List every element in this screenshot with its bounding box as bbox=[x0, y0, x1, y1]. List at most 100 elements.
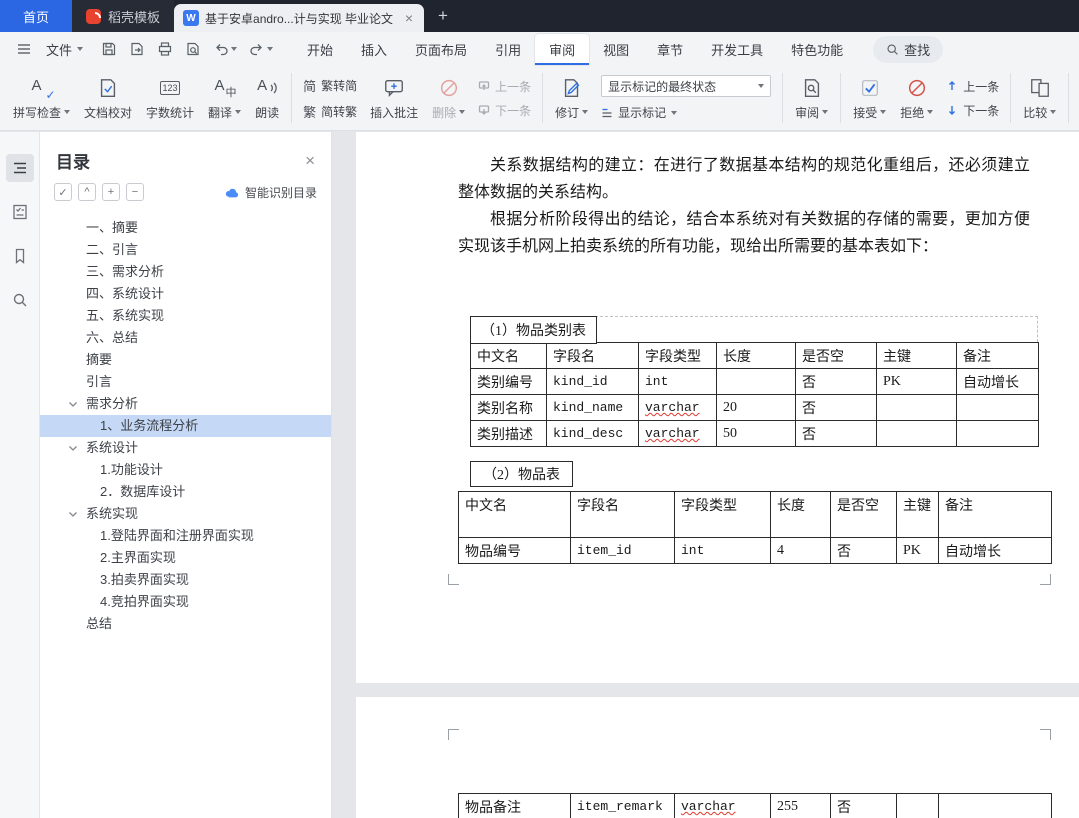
compare-button[interactable]: 比较 bbox=[1016, 70, 1063, 126]
cell[interactable] bbox=[876, 394, 957, 421]
previous-comment-button[interactable]: 上一条 bbox=[478, 78, 531, 95]
table2-caption[interactable]: （2）物品表 bbox=[470, 461, 573, 487]
cell[interactable]: int bbox=[674, 537, 771, 564]
tab-section[interactable]: 章节 bbox=[643, 34, 697, 65]
tab-special-features[interactable]: 特色功能 bbox=[777, 34, 857, 65]
save-icon[interactable] bbox=[101, 41, 117, 57]
toc-check-tool[interactable]: ✓ bbox=[54, 183, 72, 201]
cell[interactable]: 否 bbox=[830, 793, 897, 818]
toc-item-selected[interactable]: 1、业务流程分析 bbox=[40, 415, 331, 437]
header-cell[interactable]: 中文名 bbox=[470, 342, 547, 369]
toc-item[interactable]: 四、系统设计 bbox=[40, 283, 331, 305]
toc-item[interactable]: 摘要 bbox=[40, 349, 331, 371]
cell[interactable]: 物品备注 bbox=[458, 793, 571, 818]
tab-start[interactable]: 开始 bbox=[293, 34, 347, 65]
header-cell[interactable]: 长度 bbox=[716, 342, 796, 369]
cell[interactable]: int bbox=[638, 368, 717, 395]
cell[interactable]: 否 bbox=[830, 537, 897, 564]
close-icon[interactable]: × bbox=[305, 152, 315, 169]
header-cell[interactable]: 字段名 bbox=[546, 342, 639, 369]
smart-recognize-toc-button[interactable]: 智能识别目录 bbox=[224, 184, 317, 201]
chevron-down-icon[interactable] bbox=[68, 400, 78, 408]
file-menu-button[interactable]: 文件 bbox=[38, 36, 91, 63]
toc-item[interactable]: 3.拍卖界面实现 bbox=[40, 569, 331, 591]
cell[interactable] bbox=[956, 394, 1039, 421]
tab-insert[interactable]: 插入 bbox=[347, 34, 401, 65]
to-traditional-button[interactable]: 繁简转繁 bbox=[303, 102, 357, 121]
cell[interactable]: 20 bbox=[716, 394, 796, 421]
toc-item[interactable]: 六、总结 bbox=[40, 327, 331, 349]
cell[interactable]: 255 bbox=[770, 793, 831, 818]
read-aloud-button[interactable]: A 朗读 bbox=[248, 70, 286, 126]
header-cell[interactable]: 备注 bbox=[956, 342, 1039, 369]
cell[interactable]: PK bbox=[876, 368, 957, 395]
header-cell[interactable]: 长度 bbox=[770, 491, 831, 538]
markup-state-select[interactable]: 显示标记的最终状态 bbox=[601, 75, 772, 97]
cell[interactable]: kind_desc bbox=[546, 420, 639, 447]
tab-close-icon[interactable]: × bbox=[403, 10, 415, 26]
cell[interactable]: 类别名称 bbox=[470, 394, 547, 421]
toc-item[interactable]: 总结 bbox=[40, 613, 331, 635]
toc-expand-tool[interactable]: + bbox=[102, 183, 120, 201]
review-button[interactable]: 审阅 bbox=[788, 70, 835, 126]
header-cell[interactable]: 是否空 bbox=[795, 342, 877, 369]
print-preview-icon[interactable] bbox=[185, 41, 201, 57]
cell[interactable]: 自动增长 bbox=[956, 368, 1039, 395]
cell[interactable]: 50 bbox=[716, 420, 796, 447]
toc-item[interactable]: 4.竞拍界面实现 bbox=[40, 591, 331, 613]
toc-item[interactable]: 1.登陆界面和注册界面实现 bbox=[40, 525, 331, 547]
header-cell[interactable]: 字段类型 bbox=[638, 342, 717, 369]
cell-spellcheck[interactable]: varchar bbox=[674, 793, 771, 818]
cell[interactable] bbox=[938, 793, 1052, 818]
header-cell[interactable]: 备注 bbox=[938, 491, 1052, 538]
header-cell[interactable]: 中文名 bbox=[458, 491, 571, 538]
new-tab-button[interactable]: + bbox=[424, 0, 462, 32]
cell[interactable]: 自动增长 bbox=[938, 537, 1052, 564]
redo-button[interactable] bbox=[249, 41, 274, 57]
track-changes-button[interactable]: 修订 bbox=[548, 70, 595, 126]
cell[interactable] bbox=[956, 420, 1039, 447]
toc-item[interactable]: 三、需求分析 bbox=[40, 261, 331, 283]
table1-caption[interactable]: （1）物品类别表 bbox=[470, 316, 597, 344]
accept-button[interactable]: 接受 bbox=[846, 70, 893, 126]
cell[interactable]: 否 bbox=[795, 394, 877, 421]
print-icon[interactable] bbox=[157, 41, 173, 57]
paragraph[interactable]: 关系数据结构的建立：在进行了数据基本结构的规范化重组后，还必须建立整体数据的关系… bbox=[458, 152, 1030, 206]
cell[interactable]: 类别编号 bbox=[470, 368, 547, 395]
delete-comment-button[interactable]: 删除 bbox=[425, 70, 472, 126]
proofread-panel-button[interactable] bbox=[6, 198, 34, 226]
toc-collapse-tool[interactable]: − bbox=[126, 183, 144, 201]
page-1[interactable]: 关系数据结构的建立：在进行了数据基本结构的规范化重组后，还必须建立整体数据的关系… bbox=[356, 132, 1079, 683]
undo-button[interactable] bbox=[213, 41, 238, 57]
restrict-edit-button[interactable]: 限制编辑 bbox=[1074, 70, 1079, 126]
toc-item[interactable]: 五、系统实现 bbox=[40, 305, 331, 327]
cell[interactable]: item_id bbox=[570, 537, 675, 564]
word-count-button[interactable]: 123 字数统计 bbox=[139, 70, 201, 126]
cell[interactable] bbox=[876, 420, 957, 447]
header-cell[interactable]: 字段类型 bbox=[674, 491, 771, 538]
cell[interactable]: kind_name bbox=[546, 394, 639, 421]
header-cell[interactable]: 主键 bbox=[876, 342, 957, 369]
toc-item[interactable]: 1.功能设计 bbox=[40, 459, 331, 481]
tab-document[interactable]: W 基于安卓andro...计与实现 毕业论文 × bbox=[174, 4, 425, 32]
show-markup-button[interactable]: 显示标记 bbox=[601, 104, 771, 121]
chevron-down-icon[interactable] bbox=[68, 510, 78, 518]
tab-view[interactable]: 视图 bbox=[589, 34, 643, 65]
cell[interactable]: 物品编号 bbox=[458, 537, 571, 564]
cell-spellcheck[interactable]: varchar bbox=[638, 394, 717, 421]
cell[interactable] bbox=[716, 368, 796, 395]
tab-home[interactable]: 首页 bbox=[0, 0, 72, 32]
to-simplified-button[interactable]: 简繁转简 bbox=[303, 76, 357, 95]
cell[interactable]: item_remark bbox=[570, 793, 675, 818]
tab-dev-tools[interactable]: 开发工具 bbox=[697, 34, 777, 65]
toc-item[interactable]: 一、摘要 bbox=[40, 217, 331, 239]
cell[interactable]: kind_id bbox=[546, 368, 639, 395]
cell[interactable]: 否 bbox=[795, 368, 877, 395]
cell[interactable]: PK bbox=[896, 537, 939, 564]
find-button[interactable]: 查找 bbox=[873, 35, 944, 63]
insert-comment-button[interactable]: 插入批注 bbox=[363, 70, 425, 126]
reject-button[interactable]: 拒绝 bbox=[893, 70, 940, 126]
doc-proofread-button[interactable]: 文档校对 bbox=[77, 70, 139, 126]
cell[interactable]: 类别描述 bbox=[470, 420, 547, 447]
spell-check-button[interactable]: A ✓ 拼写检查 bbox=[6, 70, 77, 126]
